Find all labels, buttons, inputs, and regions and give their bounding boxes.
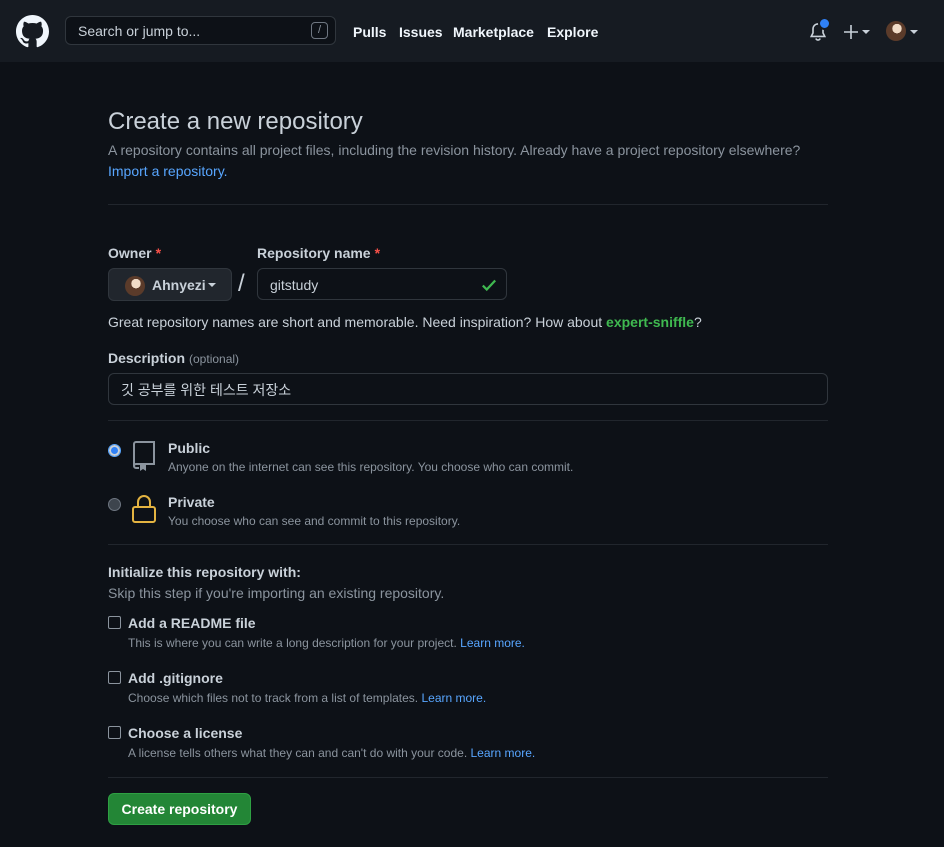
user-avatar[interactable]: [886, 21, 906, 41]
init-section-subtitle: Skip this step if you're importing an ex…: [108, 585, 445, 601]
gitignore-option-title: Add .gitignore: [128, 670, 223, 686]
private-radio[interactable]: [108, 498, 121, 511]
owner-label: Owner *: [108, 245, 161, 261]
chevron-down-icon: [208, 283, 216, 287]
search-input[interactable]: Search or jump to... /: [65, 16, 336, 45]
repo-name-hint: Great repository names are short and mem…: [108, 314, 702, 330]
check-icon: [482, 279, 497, 292]
lock-icon: [132, 495, 156, 523]
private-option-title: Private: [168, 494, 215, 510]
required-mark: *: [155, 245, 162, 261]
owner-repo-separator: /: [238, 270, 245, 297]
owner-label-text: Owner: [108, 245, 152, 261]
divider: [108, 204, 828, 205]
owner-avatar: [125, 276, 145, 296]
unread-notification-dot: [818, 17, 831, 30]
page-title: Create a new repository: [108, 108, 363, 135]
repo-name-label-text: Repository name: [257, 245, 371, 261]
license-option-desc: A license tells others what they can and…: [128, 746, 535, 760]
nav-explore[interactable]: Explore: [547, 24, 598, 40]
import-repository-link[interactable]: Import a repository.: [108, 163, 228, 179]
repo-name-label: Repository name *: [257, 245, 380, 261]
nav-pulls[interactable]: Pulls: [353, 24, 386, 40]
hint-text: Great repository names are short and mem…: [108, 314, 607, 330]
license-learn-more-link[interactable]: Learn more.: [471, 746, 536, 760]
hint-suffix: ?: [693, 314, 702, 330]
divider: [108, 420, 828, 421]
gitignore-desc-text: Choose which files not to track from a l…: [128, 691, 419, 705]
license-desc-text: A license tells others what they can and…: [128, 746, 468, 760]
suggested-repo-name[interactable]: expert-sniffle: [606, 314, 694, 330]
repo-name-input[interactable]: gitstudy: [257, 268, 507, 300]
description-value: 깃 공부를 위한 테스트 저장소: [121, 382, 292, 398]
readme-option-title: Add a README file: [128, 615, 256, 631]
license-option-title: Choose a license: [128, 725, 243, 741]
owner-select[interactable]: Ahnyezi: [108, 268, 232, 301]
gitignore-option-desc: Choose which files not to track from a l…: [128, 691, 486, 705]
create-repository-button[interactable]: Create repository: [108, 793, 251, 825]
readme-checkbox[interactable]: [108, 616, 121, 629]
readme-option-desc: This is where you can write a long descr…: [128, 636, 525, 650]
create-new-plus-icon[interactable]: [842, 22, 872, 42]
github-logo-icon[interactable]: [16, 15, 49, 48]
public-option-title: Public: [168, 440, 211, 456]
description-input[interactable]: 깃 공부를 위한 테스트 저장소: [108, 373, 828, 405]
readme-learn-more-link[interactable]: Learn more.: [460, 636, 525, 650]
nav-marketplace[interactable]: Marketplace: [453, 24, 534, 40]
description-label-text: Description: [108, 350, 186, 366]
search-shortcut-badge: /: [311, 22, 328, 39]
repo-name-value: gitstudy: [270, 277, 319, 293]
divider: [108, 777, 828, 778]
readme-desc-text: This is where you can write a long descr…: [128, 636, 457, 650]
public-option-desc: Anyone on the internet can see this repo…: [168, 460, 574, 474]
owner-name: Ahnyezi: [152, 277, 206, 293]
license-checkbox[interactable]: [108, 726, 121, 739]
optional-tag: (optional): [189, 352, 240, 366]
private-option-desc: You choose who can see and commit to thi…: [168, 514, 461, 528]
divider: [108, 544, 828, 545]
top-header: Search or jump to... / Pulls Issues Mark…: [0, 0, 944, 62]
gitignore-checkbox[interactable]: [108, 671, 121, 684]
repo-book-icon: [132, 441, 155, 471]
chevron-down-icon[interactable]: [910, 30, 918, 34]
gitignore-learn-more-link[interactable]: Learn more.: [421, 691, 486, 705]
page-subtitle: A repository contains all project files,…: [108, 142, 801, 158]
description-label: Description (optional): [108, 350, 239, 366]
public-radio[interactable]: [108, 444, 121, 457]
required-mark: *: [374, 245, 381, 261]
init-section-title: Initialize this repository with:: [108, 564, 301, 580]
nav-issues[interactable]: Issues: [399, 24, 443, 40]
search-placeholder: Search or jump to...: [78, 23, 201, 39]
